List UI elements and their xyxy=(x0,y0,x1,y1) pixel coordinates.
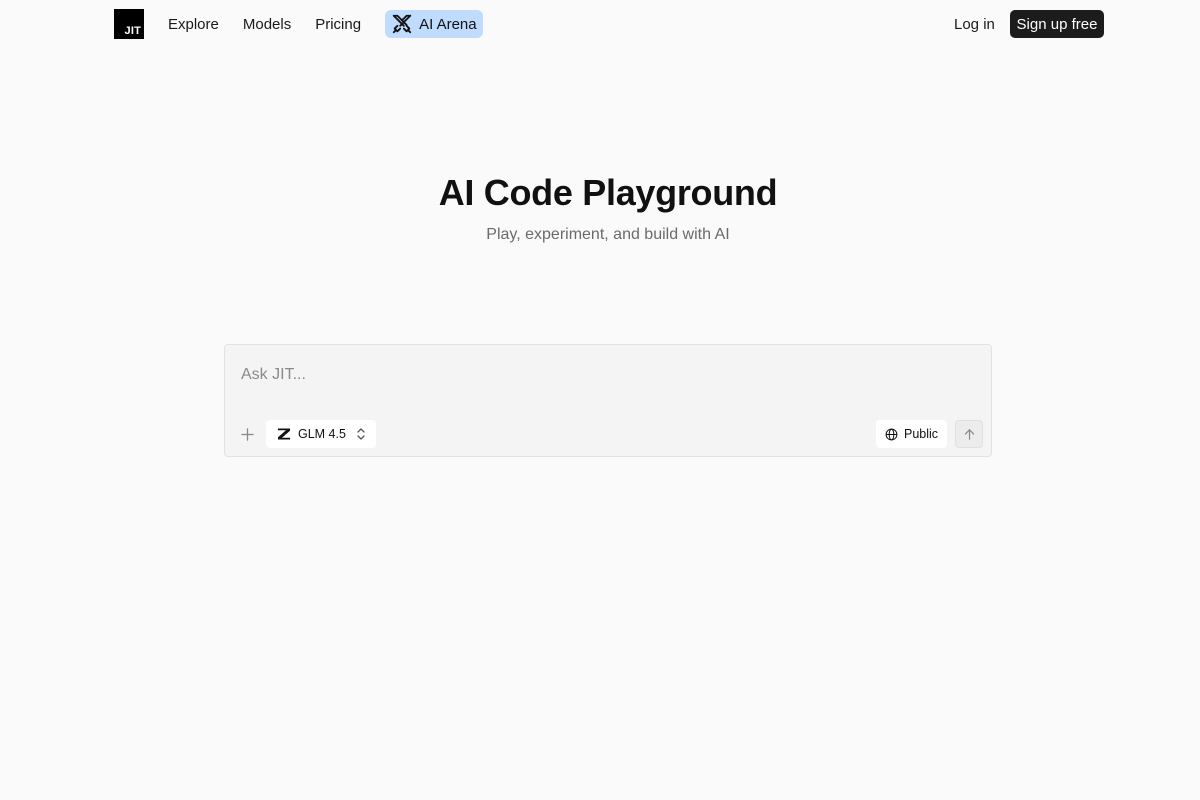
model-selector-label: GLM 4.5 xyxy=(298,427,346,441)
nav-models[interactable]: Models xyxy=(243,10,291,38)
visibility-label: Public xyxy=(904,427,939,441)
login-link[interactable]: Log in xyxy=(954,10,995,38)
crossed-swords-icon xyxy=(392,14,412,34)
nav-explore[interactable]: Explore xyxy=(168,10,219,38)
prompt-input[interactable] xyxy=(241,363,971,387)
nav-ai-arena-label: AI Arena xyxy=(419,15,477,33)
nav-ai-arena[interactable]: AI Arena xyxy=(385,10,483,38)
send-button[interactable] xyxy=(955,420,983,448)
globe-icon xyxy=(885,428,898,440)
chevron-up-down-icon xyxy=(357,428,365,440)
jit-logo[interactable]: JIT xyxy=(114,9,144,39)
main-nav: Explore Models Pricing AI Arena xyxy=(168,10,483,38)
signup-button[interactable]: Sign up free xyxy=(1010,10,1104,38)
page-subtitle: Play, experiment, and build with AI xyxy=(486,226,730,243)
arrow-up-icon xyxy=(964,428,974,440)
z-logo-icon xyxy=(278,428,290,440)
nav-pricing[interactable]: Pricing xyxy=(315,10,361,38)
prompt-box: GLM 4.5 Public xyxy=(224,344,992,457)
logo-text: JIT xyxy=(124,25,141,37)
page: JIT Explore Models Pricing AI Arena Log … xyxy=(0,0,1200,800)
model-selector[interactable]: GLM 4.5 xyxy=(266,420,376,448)
add-attachment-button[interactable] xyxy=(234,421,260,447)
top-nav: JIT Explore Models Pricing AI Arena Log … xyxy=(0,0,1200,48)
page-title: AI Code Playground xyxy=(438,172,778,213)
plus-icon xyxy=(240,427,254,441)
visibility-toggle[interactable]: Public xyxy=(876,420,947,448)
